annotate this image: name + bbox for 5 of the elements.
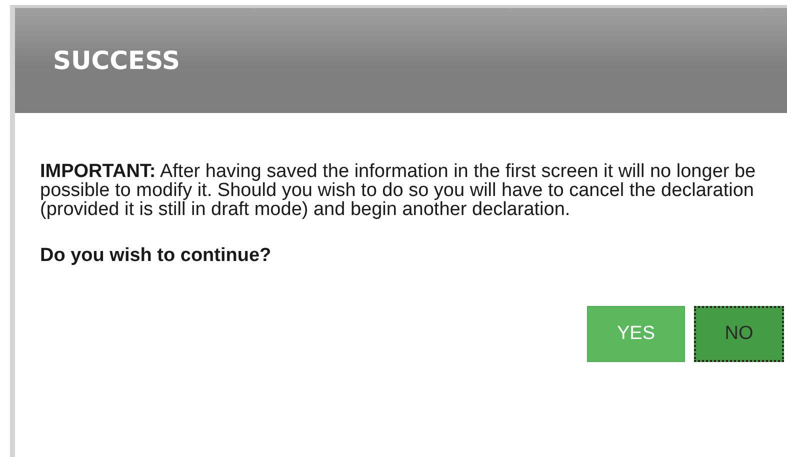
dialog-title: SUCCESS xyxy=(53,46,180,75)
confirm-question: Do you wish to continue? xyxy=(40,245,272,267)
no-button[interactable]: NO xyxy=(694,306,784,362)
warning-message: IMPORTANT: After having saved the information in the first screen it will no longer be possible to modify it. Should you wish to do so you will have to cancel the declaration (provided it is still in draft mode) and begin another declaration. xyxy=(40,162,757,219)
yes-button[interactable]: YES xyxy=(587,306,685,362)
